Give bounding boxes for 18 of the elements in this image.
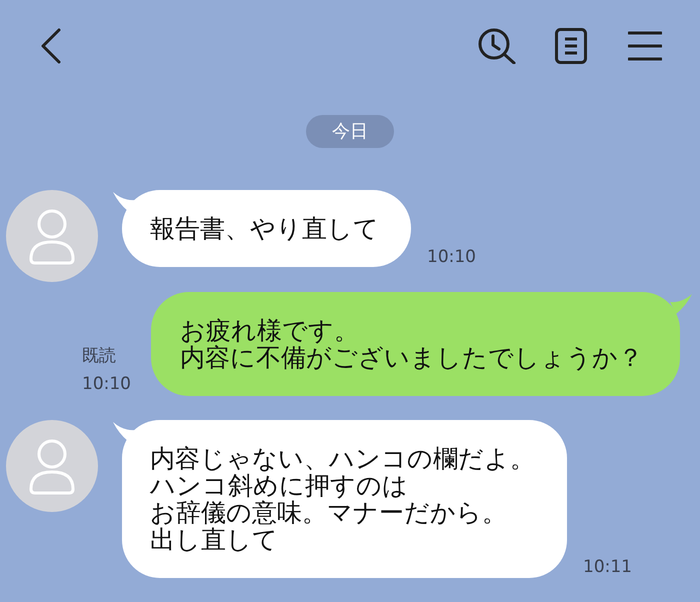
date-separator: 今日 — [306, 115, 394, 148]
message-text: お疲れ様です。 — [180, 317, 359, 344]
message-text: 報告書、やり直して — [150, 215, 379, 242]
message-text: 内容じゃない、ハンコの欄だよ。 — [150, 445, 535, 472]
back-icon[interactable] — [41, 28, 61, 64]
message-text: 出し直して — [150, 526, 278, 553]
message-text: 内容に不備がございましたでしょうか？ — [180, 344, 643, 371]
message-text: ハンコ斜めに押すのは — [150, 472, 408, 499]
menu-icon[interactable] — [628, 31, 662, 61]
message-text: お辞儀の意味。マナーだから。 — [150, 499, 507, 526]
avatar-icon — [6, 190, 98, 282]
read-receipt: 既読 — [82, 346, 116, 366]
timestamp: 10:11 — [583, 557, 632, 577]
timestamp: 10:10 — [82, 374, 131, 394]
avatar-icon — [6, 420, 98, 512]
timestamp: 10:10 — [427, 247, 476, 267]
clock-search-icon[interactable] — [478, 28, 516, 64]
document-icon[interactable] — [555, 28, 587, 64]
